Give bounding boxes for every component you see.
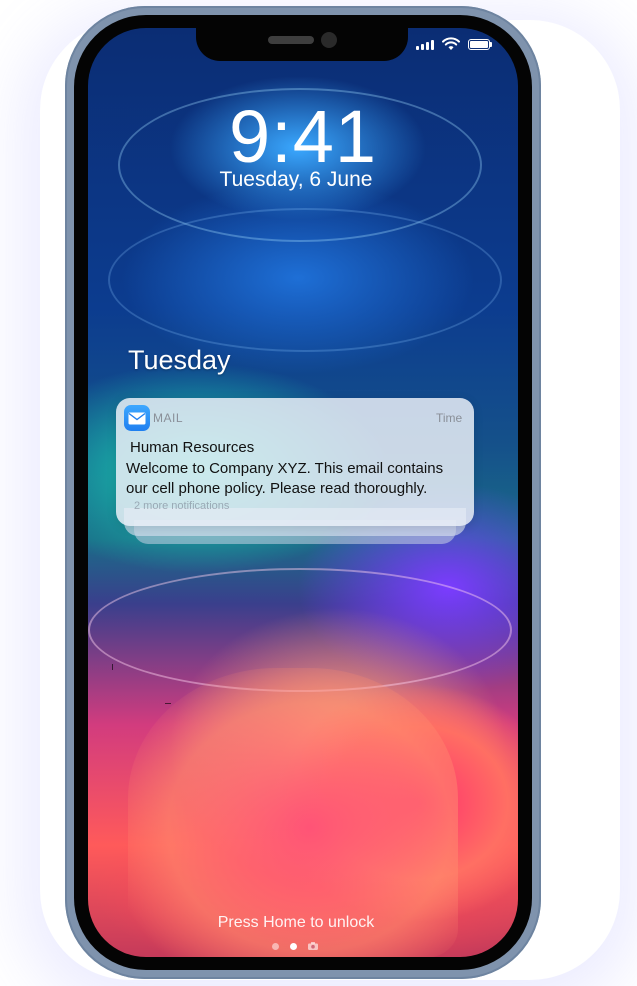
front-camera [321, 32, 337, 48]
page-dot-active[interactable] [290, 942, 297, 950]
unlock-hint: Press Home to unlock [217, 914, 375, 931]
status-bar [416, 36, 506, 52]
camera-icon[interactable] [308, 942, 318, 950]
wallpaper-artifact [165, 703, 171, 704]
wallpaper-artifact [112, 664, 113, 670]
speaker [268, 36, 314, 44]
lock-screen-time: 9:41 [228, 95, 378, 178]
cellular-signal-icon [416, 38, 434, 50]
notification-sender: Human Resources [130, 439, 255, 456]
lock-screen-date: Tuesday, 6 June [219, 168, 373, 191]
battery-icon [468, 38, 492, 50]
more-notifications-label[interactable]: 2 more notifications [134, 500, 229, 512]
mail-icon [124, 405, 150, 431]
page-indicator[interactable] [272, 942, 318, 950]
wallpaper-curve [108, 208, 502, 352]
page-dot[interactable] [272, 942, 279, 950]
notification-time: Time [436, 411, 463, 425]
notification-body: Welcome to Company XYZ. This email conta… [126, 460, 444, 497]
notification-app-name: MAIL [153, 411, 184, 425]
notification-day-heading: Tuesday [128, 345, 231, 375]
wifi-icon [442, 37, 460, 50]
